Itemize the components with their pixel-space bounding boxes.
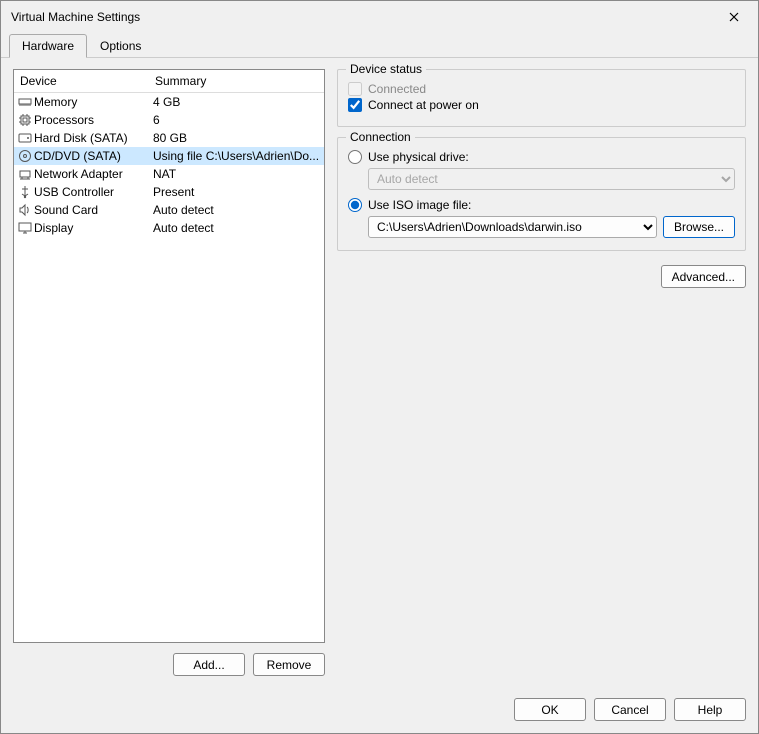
remove-button-label: Remove [267, 658, 312, 672]
list-row[interactable]: CD/DVD (SATA) Using file C:\Users\Adrien\… [14, 147, 324, 165]
list-header: Device Summary [14, 70, 324, 93]
header-device[interactable]: Device [14, 70, 149, 92]
connection-group: Connection Use physical drive: Auto dete… [337, 137, 746, 251]
device-cell: CD/DVD (SATA) [14, 148, 149, 164]
list-row[interactable]: Memory 4 GB [14, 93, 324, 111]
device-name: Sound Card [34, 203, 98, 217]
device-name: Hard Disk (SATA) [34, 131, 128, 145]
remove-button[interactable]: Remove [253, 653, 325, 676]
device-name: Network Adapter [34, 167, 123, 181]
iso-path-combo[interactable]: C:\Users\Adrien\Downloads\darwin.iso [368, 216, 657, 238]
ok-button-label: OK [541, 703, 558, 717]
summary-cell: Present [149, 184, 324, 200]
cancel-button[interactable]: Cancel [594, 698, 666, 721]
use-physical-radio[interactable] [348, 150, 362, 164]
display-icon [18, 221, 32, 235]
device-name: CD/DVD (SATA) [34, 149, 121, 163]
browse-button-label: Browse... [674, 220, 724, 234]
device-cell: USB Controller [14, 184, 149, 200]
tab-options[interactable]: Options [87, 34, 154, 57]
memory-icon [18, 95, 32, 109]
browse-button[interactable]: Browse... [663, 216, 735, 238]
summary-cell: Auto detect [149, 202, 324, 218]
advanced-button-label: Advanced... [672, 270, 735, 284]
summary-cell: NAT [149, 166, 324, 182]
vm-settings-window: Virtual Machine Settings Hardware Option… [0, 0, 759, 734]
tab-options-label: Options [100, 39, 141, 53]
connected-checkbox [348, 82, 362, 96]
device-cell: Hard Disk (SATA) [14, 130, 149, 146]
device-cell: Sound Card [14, 202, 149, 218]
cancel-button-label: Cancel [611, 703, 648, 717]
connected-row: Connected [348, 82, 735, 96]
list-row[interactable]: Hard Disk (SATA) 80 GB [14, 129, 324, 147]
close-icon [729, 9, 739, 25]
summary-cell: 4 GB [149, 94, 324, 110]
help-button[interactable]: Help [674, 698, 746, 721]
list-row[interactable]: Processors 6 [14, 111, 324, 129]
advanced-button[interactable]: Advanced... [661, 265, 746, 288]
disk-icon [18, 131, 32, 145]
use-iso-row[interactable]: Use ISO image file: [348, 198, 735, 212]
device-name: Processors [34, 113, 94, 127]
device-cell: Memory [14, 94, 149, 110]
window-title: Virtual Machine Settings [11, 10, 140, 24]
summary-cell: Using file C:\Users\Adrien\Do... [149, 148, 324, 164]
use-iso-label: Use ISO image file: [368, 198, 471, 212]
help-button-label: Help [698, 703, 723, 717]
cd-icon [18, 149, 32, 163]
left-column: Device Summary Memory4 GBProcessors6Hard… [13, 69, 325, 676]
device-name: Memory [34, 95, 77, 109]
summary-cell: 80 GB [149, 130, 324, 146]
cpu-icon [18, 113, 32, 127]
iso-row: C:\Users\Adrien\Downloads\darwin.iso Bro… [368, 216, 735, 238]
list-row[interactable]: Sound Card Auto detect [14, 201, 324, 219]
connect-poweron-row[interactable]: Connect at power on [348, 98, 735, 112]
device-status-title: Device status [346, 62, 426, 76]
physical-drive-wrapper: Auto detect [368, 168, 735, 190]
device-cell: Network Adapter [14, 166, 149, 182]
dialog-body: Device Summary Memory4 GBProcessors6Hard… [1, 57, 758, 688]
list-rows: Memory 4 GB Processors 6 Hard Disk (SATA) 80 … [14, 93, 324, 237]
tab-strip: Hardware Options [1, 34, 758, 58]
use-physical-row[interactable]: Use physical drive: [348, 150, 735, 164]
device-cell: Processors [14, 112, 149, 128]
advanced-row: Advanced... [337, 265, 746, 288]
right-column: Device status Connected Connect at power… [337, 69, 746, 676]
add-button-label: Add... [193, 658, 224, 672]
device-cell: Display [14, 220, 149, 236]
usb-icon [18, 185, 32, 199]
net-icon [18, 167, 32, 181]
close-button[interactable] [718, 7, 750, 27]
sound-icon [18, 203, 32, 217]
physical-drive-combo: Auto detect [368, 168, 735, 190]
list-row[interactable]: USB Controller Present [14, 183, 324, 201]
header-summary[interactable]: Summary [149, 70, 324, 92]
titlebar: Virtual Machine Settings [1, 1, 758, 33]
use-physical-label: Use physical drive: [368, 150, 469, 164]
connect-poweron-label: Connect at power on [368, 98, 479, 112]
connect-poweron-checkbox[interactable] [348, 98, 362, 112]
summary-cell: Auto detect [149, 220, 324, 236]
device-listbox[interactable]: Device Summary Memory4 GBProcessors6Hard… [13, 69, 325, 643]
tab-hardware-label: Hardware [22, 39, 74, 53]
use-iso-radio[interactable] [348, 198, 362, 212]
device-name: Display [34, 221, 73, 235]
add-button[interactable]: Add... [173, 653, 245, 676]
tab-hardware[interactable]: Hardware [9, 34, 87, 58]
device-name: USB Controller [34, 185, 114, 199]
dialog-footer: OK Cancel Help [1, 688, 758, 733]
summary-cell: 6 [149, 112, 324, 128]
connected-label: Connected [368, 82, 426, 96]
left-buttons: Add... Remove [13, 653, 325, 676]
ok-button[interactable]: OK [514, 698, 586, 721]
connection-title: Connection [346, 130, 415, 144]
device-status-group: Device status Connected Connect at power… [337, 69, 746, 127]
list-row[interactable]: Display Auto detect [14, 219, 324, 237]
list-row[interactable]: Network Adapter NAT [14, 165, 324, 183]
